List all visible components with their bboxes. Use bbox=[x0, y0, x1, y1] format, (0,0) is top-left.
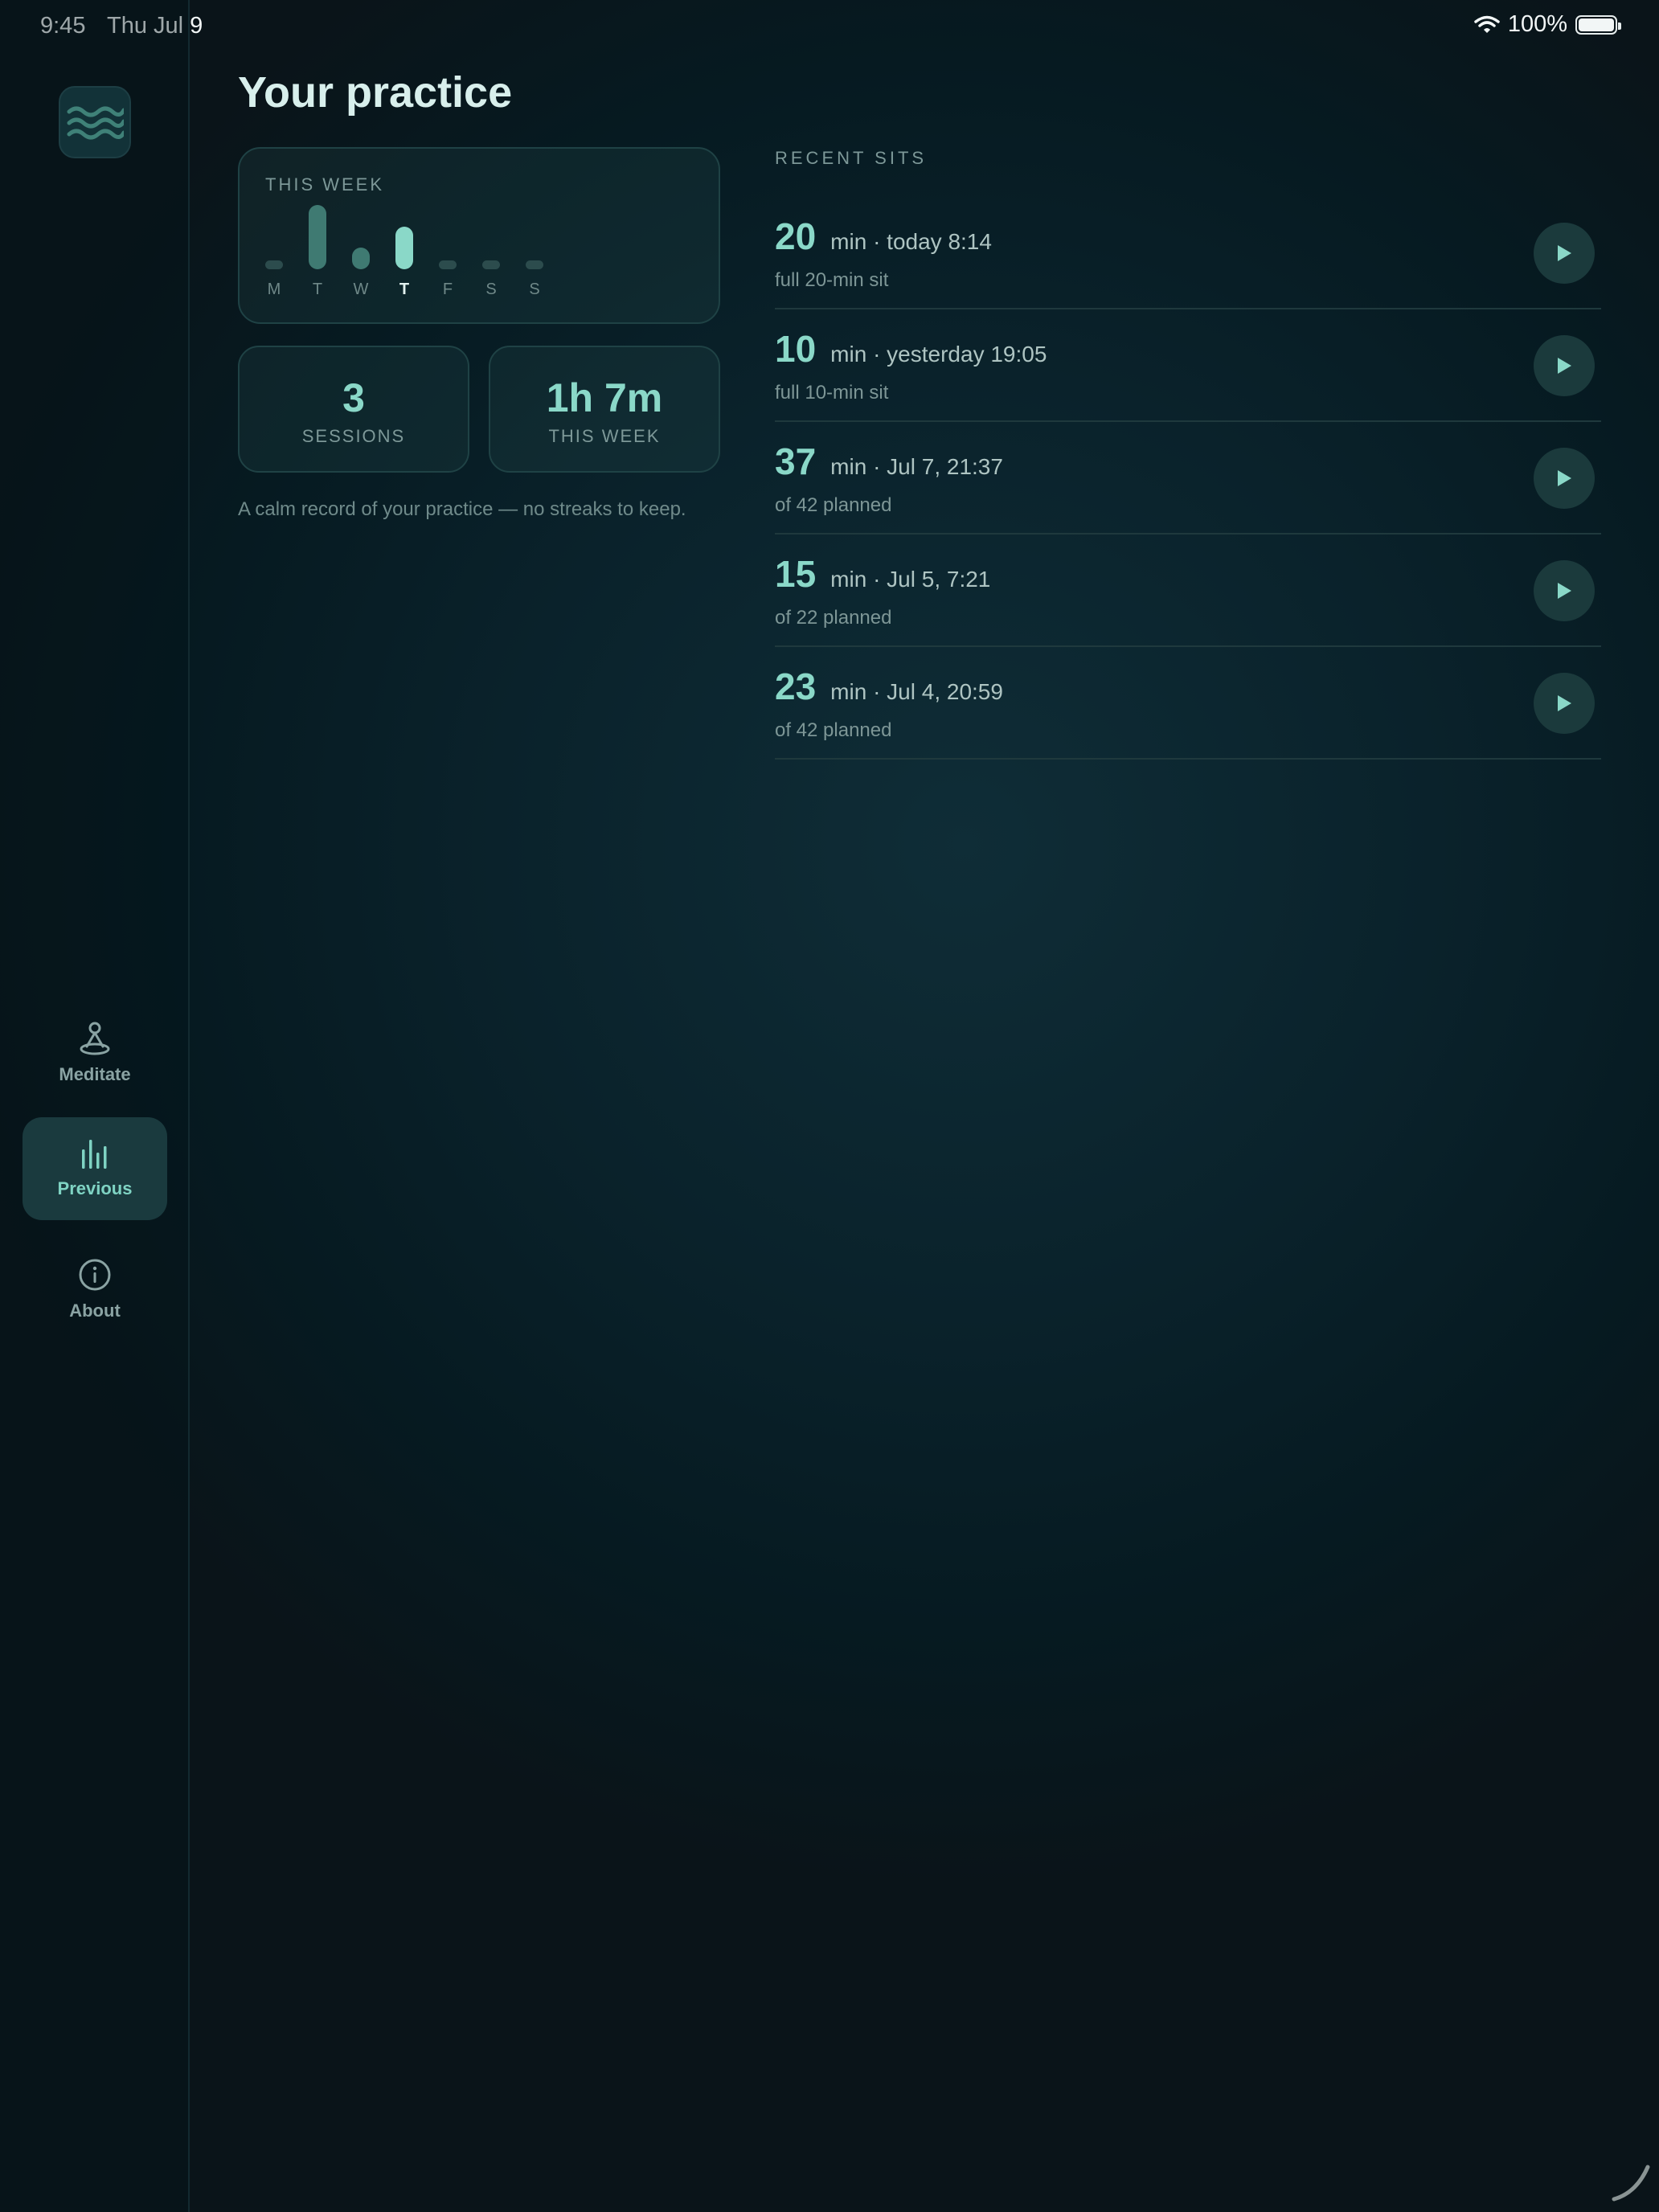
week-day-bar bbox=[309, 205, 326, 269]
sit-minutes: 23 bbox=[775, 666, 817, 707]
sit-meta: min · Jul 4, 20:59 bbox=[830, 679, 1003, 704]
week-total-label: THIS WEEK bbox=[548, 426, 661, 446]
sit-minutes: 20 bbox=[775, 215, 817, 257]
week-day-label: S bbox=[529, 281, 540, 298]
sidebar-item-previous[interactable]: Previous bbox=[23, 1117, 167, 1220]
sit-meta: min · Jul 7, 21:37 bbox=[830, 454, 1003, 479]
meditate-icon bbox=[80, 1022, 110, 1055]
sit-minutes: 10 bbox=[775, 328, 817, 370]
play-button[interactable] bbox=[1534, 223, 1595, 284]
practice-note: A calm record of your practice — no stre… bbox=[238, 498, 686, 520]
week-day-label: W bbox=[353, 281, 369, 298]
week-day-bar bbox=[395, 226, 413, 269]
sit-detail: full 20-min sit bbox=[775, 269, 889, 291]
play-button[interactable] bbox=[1534, 560, 1595, 621]
wifi-icon bbox=[1474, 15, 1500, 33]
sit-meta: min · today 8:14 bbox=[830, 229, 992, 254]
sessions-stat-card: 3 SESSIONS bbox=[238, 346, 469, 473]
recent-sit-row: 20 min · today 8:14 full 20-min sit bbox=[775, 197, 1601, 309]
play-button[interactable] bbox=[1534, 335, 1595, 396]
sit-detail: of 42 planned bbox=[775, 494, 892, 516]
waves-icon bbox=[67, 106, 124, 140]
week-day-label: T bbox=[399, 281, 410, 298]
sit-detail: full 10-min sit bbox=[775, 382, 889, 403]
week-total-stat-card: 1h 7m THIS WEEK bbox=[489, 346, 720, 473]
sit-detail: of 42 planned bbox=[775, 719, 892, 741]
week-day-bar bbox=[482, 260, 500, 269]
sit-meta: min · yesterday 19:05 bbox=[830, 342, 1047, 367]
sessions-label: SESSIONS bbox=[301, 426, 406, 446]
play-icon bbox=[1558, 583, 1571, 599]
sidebar-item-label: About bbox=[69, 1301, 121, 1321]
sit-minutes: 37 bbox=[775, 440, 817, 482]
recent-sit-row: 37 min · Jul 7, 21:37 of 42 planned bbox=[775, 422, 1601, 535]
sidebar-item-label: Meditate bbox=[59, 1064, 131, 1084]
recent-sit-row: 23 min · Jul 4, 20:59 of 42 planned bbox=[775, 647, 1601, 760]
battery-percent: 100% bbox=[1507, 11, 1567, 37]
recent-sits-heading: RECENT SITS bbox=[775, 148, 928, 168]
week-day-bar bbox=[352, 248, 370, 269]
sidebar-item-label: Previous bbox=[57, 1178, 133, 1198]
sidebar: Meditate Previous About bbox=[0, 0, 190, 2212]
sidebar-item-meditate[interactable]: Meditate bbox=[23, 1002, 167, 1104]
battery-icon bbox=[1575, 14, 1621, 35]
week-day-label: T bbox=[312, 281, 323, 298]
week-day-bar bbox=[439, 260, 457, 269]
play-icon bbox=[1558, 358, 1571, 374]
status-indicators: 100% bbox=[1474, 11, 1621, 38]
week-day-label: S bbox=[485, 281, 497, 298]
sit-minutes: 15 bbox=[775, 553, 817, 595]
corner-indicator bbox=[1612, 2165, 1650, 2202]
recent-sit-row: 10 min · yesterday 19:05 full 10-min sit bbox=[775, 309, 1601, 422]
week-day-label: F bbox=[442, 281, 453, 298]
sit-detail: of 22 planned bbox=[775, 607, 892, 629]
info-icon bbox=[79, 1259, 111, 1291]
week-card-label: THIS WEEK bbox=[265, 174, 385, 195]
week-chart-card: THIS WEEK M T W T F S S bbox=[238, 147, 720, 324]
sidebar-item-about[interactable]: About bbox=[23, 1238, 167, 1341]
app-logo bbox=[59, 86, 131, 158]
play-icon bbox=[1558, 470, 1571, 486]
play-button[interactable] bbox=[1534, 448, 1595, 509]
play-icon bbox=[1558, 245, 1571, 261]
week-day-bar bbox=[265, 260, 283, 269]
bars-icon bbox=[82, 1140, 107, 1169]
week-day-bar bbox=[526, 260, 543, 269]
week-day-label: M bbox=[267, 281, 281, 298]
week-total-value: 1h 7m bbox=[546, 375, 663, 420]
sessions-value: 3 bbox=[342, 375, 365, 420]
play-icon bbox=[1558, 695, 1571, 711]
page-title: Your practice bbox=[238, 68, 513, 117]
recent-sit-row: 15 min · Jul 5, 7:21 of 22 planned bbox=[775, 535, 1601, 647]
sit-meta: min · Jul 5, 7:21 bbox=[830, 567, 991, 592]
play-button[interactable] bbox=[1534, 673, 1595, 734]
